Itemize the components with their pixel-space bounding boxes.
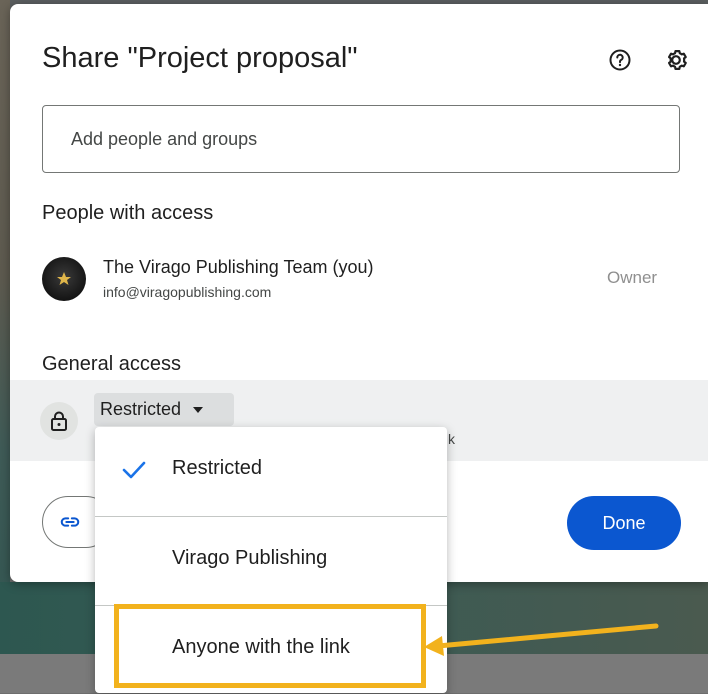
owner-role-label: Owner — [607, 268, 658, 287]
access-description: k — [448, 431, 455, 447]
checkmark-icon — [122, 461, 146, 479]
help-icon — [609, 49, 631, 71]
help-button[interactable] — [604, 44, 636, 76]
general-access-menu: Restricted Virago Publishing Anyone with… — [95, 427, 447, 693]
person-email: info@viragopublishing.com — [103, 284, 272, 300]
menu-item-label: Virago Publishing — [172, 547, 328, 569]
lock-icon — [51, 411, 67, 431]
general-access-dropdown[interactable]: Restricted — [94, 393, 234, 426]
logo-icon — [57, 272, 71, 285]
caret-down-icon — [193, 406, 204, 413]
menu-item-virago-publishing[interactable]: Virago Publishing — [95, 516, 447, 605]
settings-button[interactable] — [660, 44, 692, 76]
person-name: The Virago Publishing Team (you) — [103, 257, 374, 277]
done-button[interactable]: Done — [567, 496, 681, 550]
avatar — [42, 257, 86, 301]
add-people-input[interactable] — [42, 105, 680, 173]
people-with-access-heading: People with access — [42, 202, 214, 224]
general-access-heading: General access — [42, 353, 181, 375]
menu-item-restricted[interactable]: Restricted — [95, 427, 447, 515]
lock-icon-wrap — [40, 402, 78, 440]
settings-icon — [667, 50, 687, 70]
general-access-selected: Restricted — [100, 399, 182, 419]
menu-item-label: Anyone with the link — [172, 636, 350, 658]
dialog-title: Share "Project proposal" — [42, 42, 358, 74]
menu-item-label: Restricted — [172, 457, 263, 479]
link-icon — [60, 517, 80, 527]
menu-item-anyone-with-link[interactable]: Anyone with the link — [95, 605, 447, 694]
